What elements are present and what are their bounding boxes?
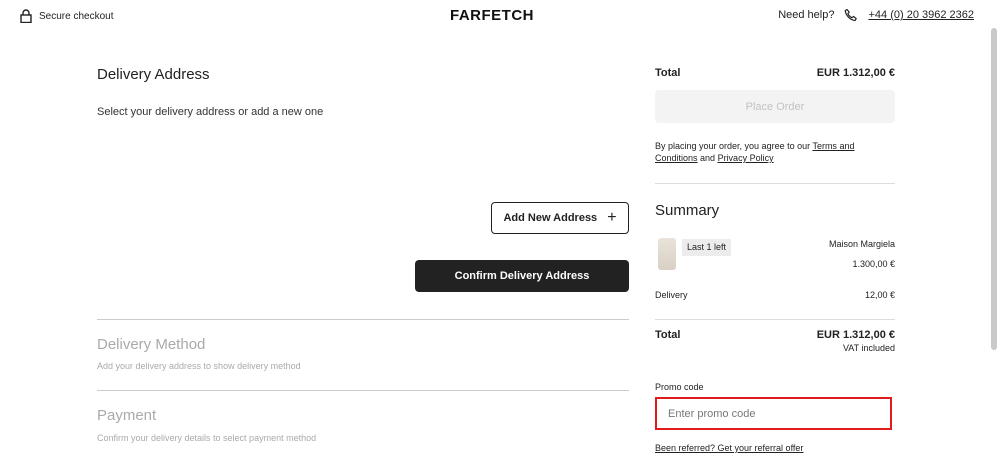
section-divider (97, 390, 629, 391)
vat-row: VAT included (655, 343, 895, 353)
summary-total-label: Total (655, 329, 681, 341)
secure-checkout: Secure checkout (20, 9, 114, 23)
vat-note: VAT included (842, 343, 895, 353)
phone-icon (845, 8, 858, 22)
delivery-method-title: Delivery Method (97, 336, 206, 353)
delivery-value: 12,00 € (864, 290, 895, 300)
page-scrollbar[interactable] (991, 28, 997, 350)
farfetch-logo[interactable]: FARFETCH (450, 7, 534, 24)
payment-title: Payment (97, 407, 157, 424)
terms-notice: By placing your order, you agree to our … (655, 140, 895, 164)
delivery-address-subtitle: Select your delivery address or add a ne… (97, 106, 324, 118)
add-new-address-button[interactable]: Add New Address + (491, 202, 629, 234)
lock-icon (20, 9, 32, 23)
section-divider (97, 319, 629, 320)
terms-prefix: By placing your order, you agree to our (655, 141, 813, 151)
promo-code-input[interactable] (655, 397, 892, 430)
need-help-label: Need help? (778, 9, 835, 21)
delivery-cost-row: Delivery 12,00 € (655, 290, 895, 300)
delivery-label: Delivery (655, 290, 688, 300)
product-price: 1.300,00 € (852, 259, 895, 269)
summary-divider (655, 183, 895, 184)
place-order-button[interactable]: Place Order (655, 90, 895, 123)
payment-subtitle: Confirm your delivery details to select … (97, 433, 317, 443)
product-price-row: 1.300,00 € (655, 259, 895, 269)
confirm-delivery-address-button[interactable]: Confirm Delivery Address (415, 260, 629, 292)
product-brand-row: Maison Margiela (655, 239, 895, 249)
top-bar: Secure checkout FARFETCH Need help? +44 … (0, 0, 999, 32)
order-total-row: Total EUR 1.312,00 € (655, 67, 895, 79)
product-brand: Maison Margiela (828, 239, 895, 249)
phone-link[interactable]: +44 (0) 20 3962 2362 (868, 9, 974, 21)
summary-title: Summary (655, 202, 720, 219)
summary-total-value: EUR 1.312,00 € (816, 329, 895, 341)
delivery-address-title: Delivery Address (97, 66, 210, 83)
help-section: Need help? +44 (0) 20 3962 2362 (778, 8, 974, 22)
summary-total-row: Total EUR 1.312,00 € (655, 329, 895, 341)
summary-total-divider (655, 319, 895, 320)
order-total-value: EUR 1.312,00 € (816, 67, 895, 79)
privacy-policy-link[interactable]: Privacy Policy (718, 153, 774, 163)
secure-checkout-label: Secure checkout (39, 10, 114, 22)
delivery-method-subtitle: Add your delivery address to show delive… (97, 361, 301, 371)
plus-icon: + (607, 209, 617, 226)
terms-and: and (697, 153, 718, 163)
add-new-address-label: Add New Address (503, 212, 598, 224)
referral-link[interactable]: Been referred? Get your referral offer (655, 443, 803, 453)
order-total-label: Total (655, 67, 681, 79)
promo-code-label: Promo code (655, 382, 704, 392)
